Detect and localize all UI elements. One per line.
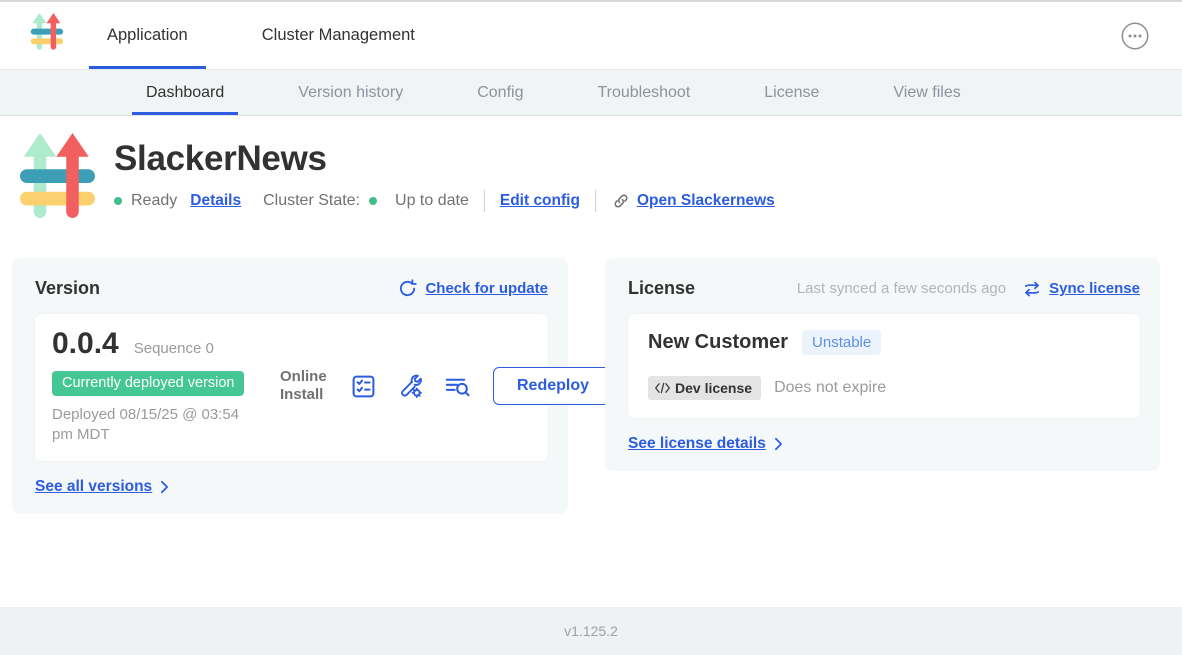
app-logo-icon [30, 13, 66, 59]
see-license-details-link[interactable]: See license details [628, 435, 1140, 453]
edit-config-link[interactable]: Edit config [500, 192, 580, 210]
tab-config[interactable]: Config [463, 70, 537, 115]
license-card-title: License [628, 278, 695, 299]
version-number: 0.0.4 [52, 327, 119, 361]
top-nav: Application Cluster Management [89, 2, 433, 69]
last-synced-text: Last synced a few seconds ago [797, 280, 1006, 297]
tab-view-files[interactable]: View files [879, 70, 974, 115]
tab-application[interactable]: Application [89, 2, 206, 69]
link-icon [611, 191, 631, 211]
chevron-right-icon [774, 437, 783, 451]
tab-troubleshoot[interactable]: Troubleshoot [583, 70, 704, 115]
sync-icon [1022, 279, 1042, 299]
divider [484, 190, 485, 212]
tab-dashboard[interactable]: Dashboard [132, 70, 238, 115]
divider [595, 190, 596, 212]
see-all-versions-label: See all versions [35, 478, 152, 496]
see-license-details-label: See license details [628, 435, 766, 453]
tab-version-history[interactable]: Version history [284, 70, 417, 115]
check-for-update-label: Check for update [425, 280, 548, 297]
cluster-state-dot [369, 197, 377, 205]
license-expiry-text: Does not expire [774, 379, 886, 397]
tab-license[interactable]: License [750, 70, 833, 115]
deployed-timestamp: Deployed 08/15/25 @ 03:54 pm MDT [52, 405, 257, 446]
dashboard-cards: Version Check for update 0.0.4 Sequ [12, 258, 1160, 514]
refresh-icon [397, 278, 418, 299]
license-card: License Last synced a few seconds ago Sy… [605, 258, 1160, 471]
console-version: v1.125.2 [564, 623, 618, 639]
license-type-badge: Dev license [648, 376, 761, 400]
page-title: SlackerNews [114, 139, 775, 179]
ellipsis-icon [1121, 22, 1149, 50]
customer-name: New Customer [648, 331, 788, 354]
page-footer: v1.125.2 [0, 607, 1182, 655]
app-status-text: Ready [131, 192, 177, 210]
redeploy-button[interactable]: Redeploy [493, 367, 613, 405]
version-card-title: Version [35, 278, 100, 299]
currently-deployed-badge: Currently deployed version [52, 371, 244, 396]
tab-cluster-management[interactable]: Cluster Management [244, 2, 433, 69]
code-icon [654, 382, 671, 394]
sync-license-label: Sync license [1049, 280, 1140, 297]
cluster-state-value: Up to date [395, 192, 469, 210]
status-details-link[interactable]: Details [190, 192, 241, 210]
app-header: SlackerNews Ready Details Cluster State:… [20, 133, 1182, 228]
main-content: SlackerNews Ready Details Cluster State:… [0, 116, 1182, 607]
preflight-checks-icon[interactable] [350, 373, 377, 400]
configure-wrench-icon[interactable] [397, 373, 424, 400]
open-app-label: Open Slackernews [637, 192, 775, 210]
license-type-label: Dev license [675, 380, 752, 396]
top-header: Application Cluster Management [0, 2, 1182, 70]
version-card: Version Check for update 0.0.4 Sequ [12, 258, 568, 514]
overflow-menu-button[interactable] [1121, 22, 1149, 50]
channel-badge: Unstable [802, 330, 881, 355]
deploy-logs-icon[interactable] [444, 373, 471, 400]
app-status-dot [114, 197, 122, 205]
chevron-right-icon [160, 480, 169, 494]
sync-license-link[interactable]: Sync license [1022, 279, 1140, 299]
cluster-state-label: Cluster State: [263, 192, 360, 210]
app-sub-nav: Dashboard Version history Config Trouble… [0, 70, 1182, 116]
open-app-link[interactable]: Open Slackernews [611, 191, 775, 211]
app-logo-large-icon [20, 133, 100, 228]
current-version-panel: 0.0.4 Sequence 0 Currently deployed vers… [35, 314, 548, 461]
check-for-update-link[interactable]: Check for update [397, 278, 548, 299]
install-type-label: Online Install [280, 368, 330, 406]
sequence-label: Sequence 0 [134, 340, 214, 357]
see-all-versions-link[interactable]: See all versions [35, 478, 548, 496]
app-status-row: Ready Details Cluster State: Up to date … [114, 190, 775, 212]
license-detail-panel: New Customer Unstable Dev license Does n… [628, 314, 1140, 418]
